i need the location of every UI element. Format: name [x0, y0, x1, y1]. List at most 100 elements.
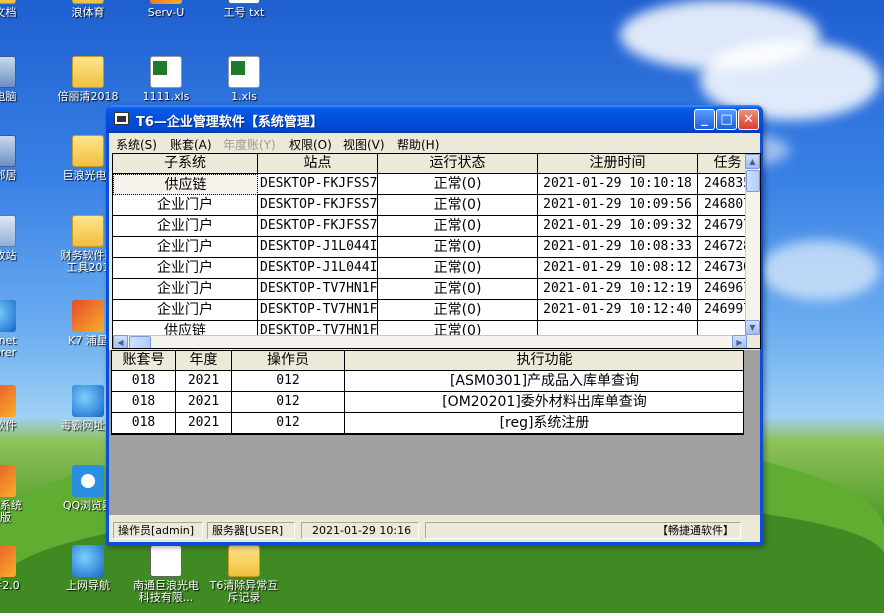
session-cell-site[interactable]: DESKTOP-FKJFSS7 [258, 216, 378, 237]
session-cell-site[interactable]: DESKTOP-TV7HN1F [258, 300, 378, 321]
desktop-icon[interactable]: 管理系统 准版 [0, 465, 40, 524]
scroll-up-icon[interactable]: ▲ [745, 154, 760, 169]
title-bar[interactable]: T6—企业管理软件【系统管理】 _ □ ✕ [106, 105, 763, 133]
session-cell-task[interactable]: 246967 [698, 279, 747, 300]
session-cell-task[interactable]: 246728 [698, 237, 747, 258]
session-cell-task[interactable]: 246797 [698, 216, 747, 237]
session-cell-status[interactable]: 正常(0) [378, 300, 538, 321]
desktop-icon[interactable]: 1.xls [204, 56, 284, 103]
scroll-thumb[interactable] [746, 170, 760, 192]
header-operator[interactable]: 操作员 [232, 351, 345, 371]
session-cell-time[interactable]: 2021-01-29 10:12:19 [538, 279, 698, 300]
session-cell-site[interactable]: DESKTOP-TV7HN1F [258, 279, 378, 300]
scroll-right-icon[interactable]: ▶ [732, 335, 747, 348]
close-button[interactable]: ✕ [738, 109, 759, 130]
function-cell-operator[interactable]: 012 [232, 413, 345, 434]
header-function[interactable]: 执行功能 [345, 351, 743, 371]
session-cell-task[interactable]: 246997 [698, 300, 747, 321]
session-cell-status[interactable]: 正常(0) [378, 216, 538, 237]
header-task[interactable]: 任务 [698, 154, 747, 174]
desktop-icon[interactable]: Serv-U [126, 0, 206, 19]
session-cell-subsystem[interactable]: 企业门户 [113, 279, 258, 300]
desktop-icon[interactable]: 1111.xls [126, 56, 206, 103]
session-cell-status[interactable]: 正常(0) [378, 237, 538, 258]
session-cell-site[interactable]: DESKTOP-FKJFSS7 [258, 174, 378, 195]
sessions-vertical-scrollbar[interactable]: ▲ ▼ [745, 154, 760, 335]
desktop-icon[interactable]: 的电脑 [0, 56, 40, 103]
session-cell-time[interactable] [538, 321, 698, 335]
function-cell-year[interactable]: 2021 [176, 413, 232, 434]
function-cell-account[interactable]: 018 [112, 413, 176, 434]
session-cell-subsystem[interactable]: 企业门户 [113, 300, 258, 321]
session-cell-task[interactable]: 246730 [698, 258, 747, 279]
session-cell-time[interactable]: 2021-01-29 10:10:18 [538, 174, 698, 195]
desktop-icon[interactable]: 浪体育 [48, 0, 128, 19]
app-icon [0, 545, 16, 577]
session-cell-task[interactable]: 246835 [698, 174, 747, 195]
desktop-icon-label: 动手2.0 [0, 579, 20, 592]
session-cell-subsystem[interactable]: 企业门户 [113, 258, 258, 279]
header-register-time[interactable]: 注册时间 [538, 154, 698, 174]
menu-help[interactable]: 帮助(H) [397, 136, 439, 153]
scroll-left-icon[interactable]: ◀ [113, 335, 128, 348]
menu-annual-account[interactable]: 年度账(Y) [223, 136, 276, 153]
session-cell-status[interactable]: 正常(0) [378, 195, 538, 216]
menu-view[interactable]: 视图(V) [343, 136, 385, 153]
scroll-thumb-horizontal[interactable] [129, 336, 151, 348]
desktop-icon[interactable]: ternet plorer [0, 300, 40, 359]
session-cell-subsystem[interactable]: 企业门户 [113, 237, 258, 258]
header-site[interactable]: 站点 [258, 154, 378, 174]
sessions-horizontal-scrollbar[interactable]: ◀ ▶ [113, 335, 747, 348]
session-cell-task[interactable]: 246807 [698, 195, 747, 216]
session-cell-site[interactable]: DESKTOP-TV7HN1F [258, 321, 378, 335]
desktop-icon[interactable]: 回收站 [0, 215, 40, 262]
function-cell-function[interactable]: [ASM0301]产成品入库单查询 [345, 371, 743, 392]
desktop-icon[interactable]: 动手2.0 [0, 545, 40, 592]
session-cell-time[interactable]: 2021-01-29 10:08:12 [538, 258, 698, 279]
function-cell-account[interactable]: 018 [112, 371, 176, 392]
function-cell-year[interactable]: 2021 [176, 371, 232, 392]
desktop-icon[interactable]: 南通巨浪光电 科技有限... [126, 545, 206, 604]
session-cell-time[interactable]: 2021-01-29 10:12:40 [538, 300, 698, 321]
header-account-no[interactable]: 账套号 [112, 351, 176, 371]
session-cell-site[interactable]: DESKTOP-J1L044I [258, 258, 378, 279]
scroll-down-icon[interactable]: ▼ [745, 320, 760, 335]
session-cell-subsystem[interactable]: 企业门户 [113, 195, 258, 216]
minimize-button[interactable]: _ [694, 109, 715, 130]
session-cell-time[interactable]: 2021-01-29 10:09:32 [538, 216, 698, 237]
session-cell-task[interactable] [698, 321, 747, 335]
function-cell-function[interactable]: [reg]系统注册 [345, 413, 743, 434]
desktop-icon[interactable]: 上邻居 [0, 135, 40, 182]
session-cell-status[interactable]: 正常(0) [378, 258, 538, 279]
session-cell-subsystem[interactable]: 供应链 [113, 321, 258, 335]
session-cell-subsystem[interactable]: 供应链 [113, 174, 258, 195]
desktop-icon[interactable]: 的文档 [0, 0, 40, 19]
desktop-icon[interactable]: 用软件 [0, 385, 40, 432]
desktop-icon[interactable]: 工号 txt [204, 0, 284, 19]
menu-permission[interactable]: 权限(O) [289, 136, 332, 153]
desktop-icon[interactable]: 上网导航 [48, 545, 128, 592]
maximize-button[interactable]: □ [716, 109, 737, 130]
function-cell-function[interactable]: [OM20201]委外材料出库单查询 [345, 392, 743, 413]
menu-account[interactable]: 账套(A) [170, 136, 212, 153]
session-cell-status[interactable]: 正常(0) [378, 279, 538, 300]
function-cell-year[interactable]: 2021 [176, 392, 232, 413]
desktop-icon-label: 浪体育 [71, 6, 105, 19]
session-cell-time[interactable]: 2021-01-29 10:08:33 [538, 237, 698, 258]
function-cell-operator[interactable]: 012 [232, 371, 345, 392]
session-cell-subsystem[interactable]: 企业门户 [113, 216, 258, 237]
session-cell-site[interactable]: DESKTOP-J1L044I [258, 237, 378, 258]
session-cell-status[interactable]: 正常(0) [378, 174, 538, 195]
folder-icon [72, 135, 104, 167]
menu-system[interactable]: 系统(S) [116, 136, 157, 153]
session-cell-site[interactable]: DESKTOP-FKJFSS7 [258, 195, 378, 216]
header-status[interactable]: 运行状态 [378, 154, 538, 174]
header-subsystem[interactable]: 子系统 [113, 154, 258, 174]
desktop-icon[interactable]: 倍丽清2018 [48, 56, 128, 103]
session-cell-status[interactable]: 正常(0) [378, 321, 538, 335]
header-year[interactable]: 年度 [176, 351, 232, 371]
session-cell-time[interactable]: 2021-01-29 10:09:56 [538, 195, 698, 216]
desktop-icon[interactable]: T6清除异常互 斥记录 [204, 545, 284, 604]
function-cell-operator[interactable]: 012 [232, 392, 345, 413]
function-cell-account[interactable]: 018 [112, 392, 176, 413]
